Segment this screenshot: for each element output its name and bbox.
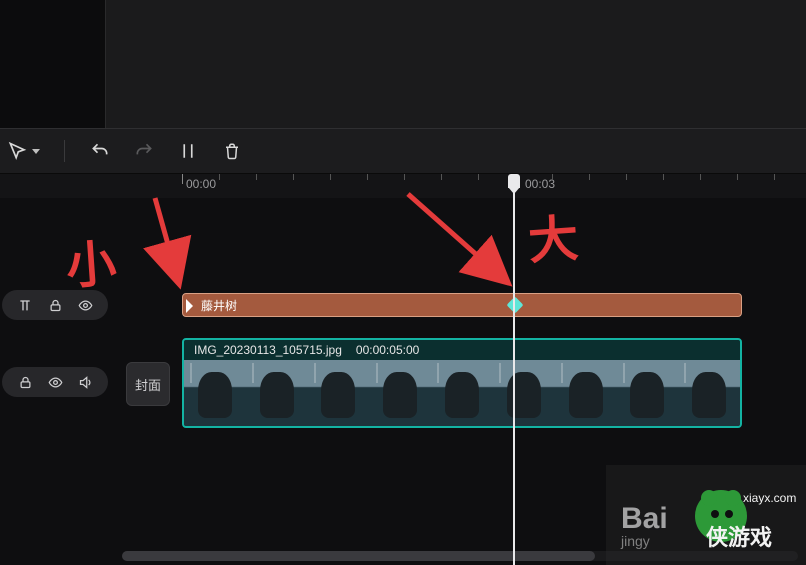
video-track-head [0,360,120,404]
video-thumbnails [184,360,740,426]
video-thumbnail [246,360,308,426]
text-track-head [0,290,120,320]
text-track: 藤井树 [0,290,806,320]
cursor-icon [6,140,28,162]
preview-viewport[interactable] [106,0,806,128]
video-thumbnail [184,360,246,426]
select-tool[interactable] [6,140,40,162]
svg-text:Bai: Bai [621,502,668,535]
ruler-label: 00:00 [186,177,216,191]
video-thumbnail [616,360,678,426]
video-clip-filename: IMG_20230113_105715.jpg [194,343,342,357]
playhead[interactable] [513,174,515,565]
video-thumbnail [493,360,555,426]
video-clip-duration: 00:00:05:00 [356,343,419,357]
eye-icon[interactable] [46,373,64,391]
ruler-label: 00:03 [525,177,555,191]
video-clip-header: IMG_20230113_105715.jpg 00:00:05:00 [184,340,740,360]
preview-sidebar [0,0,106,128]
video-thumbnail [308,360,370,426]
scrollbar-thumb[interactable] [122,551,595,561]
redo-button[interactable] [133,140,155,162]
watermark: Bai jingy xiayx.com 侠游戏 [606,465,806,565]
split-button[interactable] [177,140,199,162]
svg-text:xiayx.com: xiayx.com [743,491,796,505]
timeline-toolbar [0,128,806,174]
video-thumbnail [431,360,493,426]
keyframe-marker[interactable] [507,297,524,314]
video-thumbnail [678,360,740,426]
video-thumbnail [369,360,431,426]
video-thumbnail [555,360,617,426]
speaker-icon[interactable] [76,373,94,391]
video-track: 封面 IMG_20230113_105715.jpg 00:00:05:00 [0,338,806,428]
text-clip[interactable]: 藤井树 [182,293,742,317]
preview-panel [0,0,806,128]
lock-icon[interactable] [46,296,64,314]
text-track-type-icon [16,296,34,314]
time-ruler[interactable]: 00:00 00:03 [0,174,806,198]
watermark-sub: jingy [620,533,650,549]
video-clip[interactable]: IMG_20230113_105715.jpg 00:00:05:00 [182,338,742,428]
text-clip-label: 藤井树 [201,297,237,314]
toolbar-separator [64,140,65,162]
chevron-down-icon [32,149,40,154]
delete-button[interactable] [221,140,243,162]
cover-button[interactable]: 封面 [126,362,170,406]
svg-text:侠游戏: 侠游戏 [706,525,772,550]
lock-icon[interactable] [16,373,34,391]
eye-icon[interactable] [76,296,94,314]
undo-button[interactable] [89,140,111,162]
